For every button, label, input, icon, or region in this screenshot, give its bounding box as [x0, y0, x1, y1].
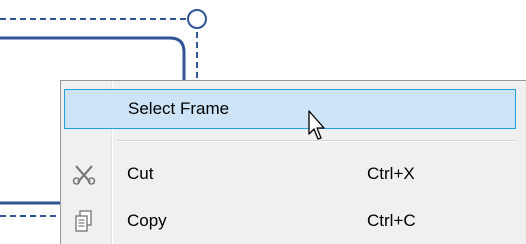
menu-item-label: Copy [127, 211, 167, 230]
context-menu: Select Frame Cut Ctrl+X Copy Ctrl+C [60, 80, 526, 244]
menu-item-label: Select Frame [128, 99, 230, 118]
menu-item-cut[interactable]: Cut Ctrl+X [64, 154, 516, 194]
connector-handle[interactable] [187, 9, 207, 29]
menu-item-select-frame[interactable]: Select Frame [64, 89, 516, 129]
mouse-cursor-icon [308, 110, 325, 140]
frame-border-path [0, 36, 186, 82]
copy-icon [72, 209, 96, 233]
scissors-icon [72, 162, 96, 186]
menu-item-label: Cut [127, 164, 154, 183]
menu-item-shortcut: Ctrl+C [367, 211, 416, 230]
menu-item-copy[interactable]: Copy Ctrl+C [64, 201, 516, 241]
menu-item-shortcut: Ctrl+X [367, 164, 415, 183]
